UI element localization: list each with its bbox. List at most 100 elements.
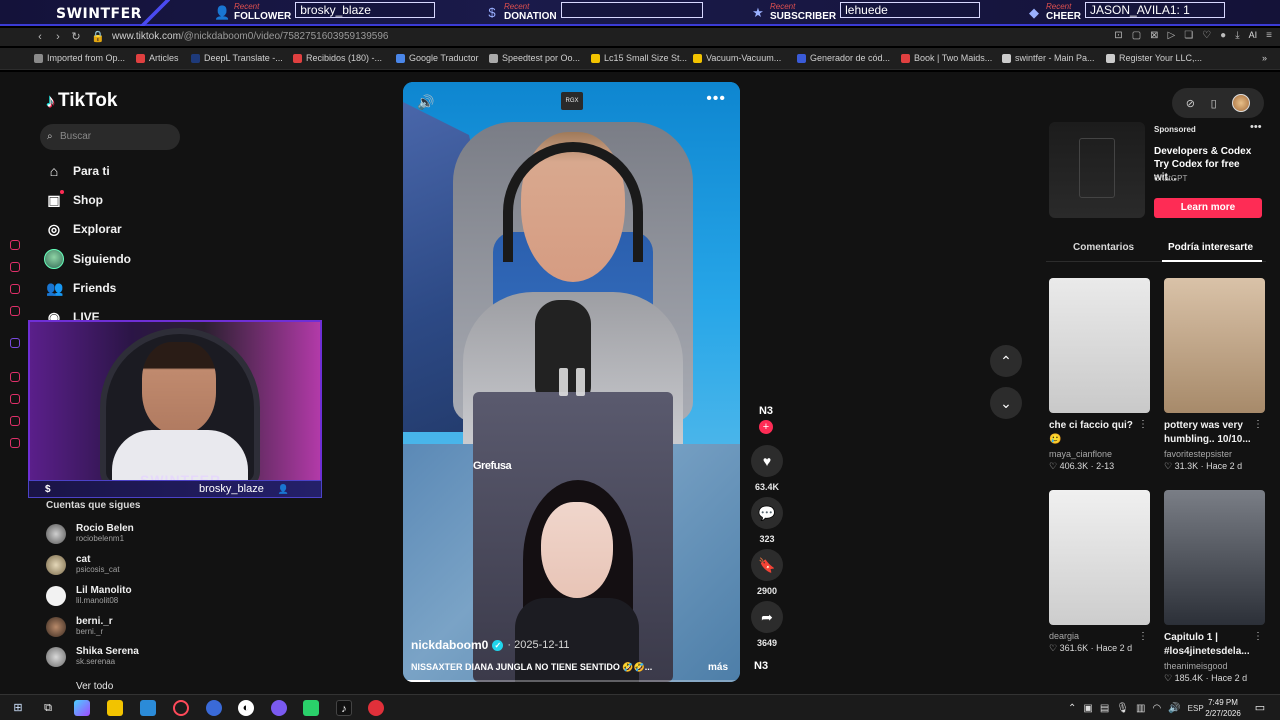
app-icon[interactable] xyxy=(206,700,222,716)
heart-icon[interactable]: ♡ xyxy=(1202,30,1211,41)
tray-icon[interactable]: ▤ xyxy=(1100,703,1109,714)
back-icon[interactable]: ‹ xyxy=(32,28,48,46)
card-more-icon[interactable]: ⋮ xyxy=(1253,419,1263,430)
play-icon[interactable]: ▷ xyxy=(1168,30,1176,41)
caption-more-link[interactable]: más xyxy=(708,662,728,673)
creator-avatar[interactable]: N3 xyxy=(754,400,778,422)
tab-comentarios[interactable]: Comentarios xyxy=(1073,242,1134,253)
menu-icon[interactable]: ≡ xyxy=(1266,30,1272,41)
recommended-video-card[interactable]: ⋮ deargia ♡ 361.6K · Hace 2 d xyxy=(1049,490,1150,654)
ad-thumbnail[interactable] xyxy=(1049,122,1145,218)
profile-icon[interactable]: ● xyxy=(1220,30,1226,41)
more-options-icon[interactable]: ••• xyxy=(706,90,726,108)
following-account[interactable]: Shika Serena sk.serenaa xyxy=(46,645,139,669)
opera-icon[interactable] xyxy=(173,700,189,716)
comment-button[interactable]: 💬 xyxy=(751,497,783,529)
bookmark-item[interactable]: Speedtest por Oo... xyxy=(489,53,580,63)
card-more-icon[interactable]: ⋮ xyxy=(1253,631,1263,642)
card-more-icon[interactable]: ⋮ xyxy=(1138,419,1148,430)
following-account[interactable]: berni._r berni._r xyxy=(46,615,113,639)
ai-button[interactable]: AI xyxy=(1249,30,1258,41)
side-icon[interactable] xyxy=(10,240,20,250)
volume-icon[interactable]: 🔊 xyxy=(417,94,434,111)
following-account[interactable]: Lil Manolito lil.manolit08 xyxy=(46,584,132,608)
video-author-row[interactable]: nickdaboom0 ✓ · 2025-12-11 xyxy=(411,638,570,652)
tiktok-icon[interactable]: ♪ xyxy=(336,700,352,716)
nav-para-ti[interactable]: ⌂ Para ti xyxy=(46,161,110,181)
twitch-icon[interactable] xyxy=(10,338,20,348)
bookmark-item[interactable]: Register Your LLC,... xyxy=(1106,53,1202,63)
follow-plus-icon[interactable]: + xyxy=(759,420,773,434)
settings-icon[interactable] xyxy=(10,438,20,448)
app-icon[interactable]: ◐ xyxy=(238,700,254,716)
app-icon[interactable] xyxy=(368,700,384,716)
pin-icon[interactable]: ⊡ xyxy=(1114,30,1122,41)
device-icon[interactable]: ▯ xyxy=(1211,97,1217,110)
discord-icon[interactable] xyxy=(271,700,287,716)
compass-icon[interactable]: ⊘ xyxy=(1186,97,1195,110)
task-view-icon[interactable]: ⧉ xyxy=(40,700,56,716)
pause-icon[interactable] xyxy=(559,368,585,396)
bookmark-item[interactable]: Google Traductor xyxy=(396,53,479,63)
tray-icon[interactable]: ▥ xyxy=(1136,703,1145,714)
tab-icon[interactable]: ▢ xyxy=(1132,30,1141,41)
side-icon[interactable] xyxy=(10,394,20,404)
recommended-video-card[interactable]: Capitulo 1 | #los4jinetesdela... ⋮ thean… xyxy=(1164,490,1265,684)
following-account[interactable]: cat psicosis_cat xyxy=(46,553,120,577)
wifi-icon[interactable]: ◠ xyxy=(1152,703,1161,714)
bookmark-item[interactable]: Imported from Op... xyxy=(34,53,125,63)
tiktok-logo[interactable]: ♪ TikTok xyxy=(46,90,117,112)
side-icon[interactable] xyxy=(10,306,20,316)
address-bar[interactable]: www.tiktok.com/@nickdaboom0/video/758275… xyxy=(112,31,388,42)
copilot-icon[interactable] xyxy=(74,700,90,716)
ad-more-icon[interactable]: ••• xyxy=(1250,121,1262,133)
following-account[interactable]: Rocio Belen rociobelenm1 xyxy=(46,522,134,546)
microphone-icon[interactable]: 🎙 xyxy=(1116,703,1129,714)
nav-explorar[interactable]: ◎ Explorar xyxy=(46,219,122,239)
forward-icon[interactable]: › xyxy=(50,28,66,46)
video-author[interactable]: nickdaboom0 xyxy=(411,638,488,652)
clock[interactable]: 7:49 PM 2/27/2026 xyxy=(1202,697,1244,719)
side-icon[interactable] xyxy=(10,372,20,382)
bookmark-item[interactable]: Lc15 Small Size St... xyxy=(591,53,687,63)
previous-video-button[interactable]: ⌃ xyxy=(990,345,1022,377)
notification-icon[interactable]: ▭ xyxy=(1252,700,1268,716)
bookmarks-overflow-icon[interactable]: » xyxy=(1262,53,1267,63)
chevron-up-icon[interactable]: ⌃ xyxy=(1068,703,1076,714)
bookmark-item[interactable]: Book | Two Maids... xyxy=(901,53,992,63)
like-button[interactable]: ♥ xyxy=(751,445,783,477)
save-button[interactable]: 🔖 xyxy=(751,549,783,581)
bookmark-item[interactable]: Vacuum-Vacuum... xyxy=(693,53,781,63)
next-video-button[interactable]: ⌄ xyxy=(990,387,1022,419)
reload-icon[interactable]: ↻ xyxy=(68,28,84,46)
tab-podria-interesarte[interactable]: Podría interesarte xyxy=(1168,242,1253,253)
edge-icon[interactable] xyxy=(140,700,156,716)
video-player[interactable]: Grefusa 🔊 RGX ••• nickdaboom0 ✓ · 2025-1… xyxy=(403,82,740,682)
nav-friends[interactable]: 👥 Friends xyxy=(46,278,116,298)
nav-siguiendo[interactable]: Siguiendo xyxy=(44,249,131,269)
see-all-link[interactable]: Ver todo xyxy=(76,681,113,692)
collections-icon[interactable]: ❏ xyxy=(1184,30,1193,41)
card-more-icon[interactable]: ⋮ xyxy=(1138,631,1148,642)
avatar[interactable] xyxy=(1232,94,1251,112)
side-icon[interactable] xyxy=(10,262,20,272)
search-input[interactable]: ⌕ Buscar xyxy=(40,124,180,150)
share-button[interactable]: ➦ xyxy=(751,601,783,633)
nav-shop[interactable]: ▣ Shop xyxy=(46,190,103,210)
bookmark-item[interactable]: Articles xyxy=(136,53,179,63)
tray-icon[interactable]: ▣ xyxy=(1083,703,1092,714)
app-icon[interactable] xyxy=(303,700,319,716)
speaker-icon[interactable]: 🔊 xyxy=(1168,703,1180,714)
side-icon[interactable] xyxy=(10,284,20,294)
bookmark-item[interactable]: DeepL Translate -... xyxy=(191,53,283,63)
download-icon[interactable]: ⤓ xyxy=(1235,30,1239,41)
file-explorer-icon[interactable] xyxy=(107,700,123,716)
recommended-video-card[interactable]: pottery was very humbling.. 10/10... ⋮ f… xyxy=(1164,278,1265,472)
bookmark-item[interactable]: Generador de cód... xyxy=(797,53,890,63)
shield-icon[interactable]: ⊠ xyxy=(1150,30,1158,41)
bookmark-item[interactable]: swintfer - Main Pa... xyxy=(1002,53,1095,63)
recommended-video-card[interactable]: che ci faccio qui? 🥲 ⋮ maya_cianflone ♡ … xyxy=(1049,278,1150,472)
side-icon[interactable] xyxy=(10,416,20,426)
video-progress-bar[interactable] xyxy=(403,680,740,682)
learn-more-button[interactable]: Learn more xyxy=(1154,198,1262,218)
